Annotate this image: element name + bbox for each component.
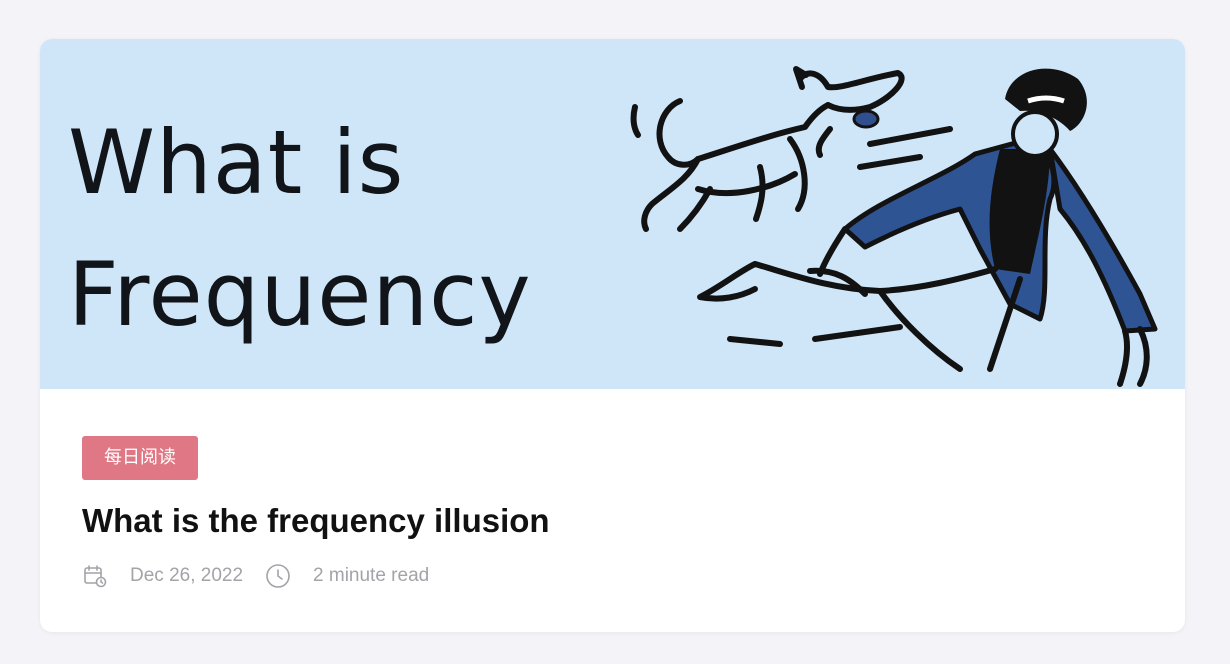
category-tag[interactable]: 每日阅读 [82,436,198,480]
cover-title-text: What is Frequency illusion ? [68,111,532,389]
clock-icon [265,563,291,589]
calendar-clock-icon [82,563,108,589]
post-title[interactable]: What is the frequency illusion [82,497,550,545]
read-time: 2 minute read [313,565,430,586]
dog-chasing-man-illustration [630,66,1158,387]
post-meta: Dec 26, 2022 2 minute read [82,559,429,593]
post-date: Dec 26, 2022 [130,565,244,586]
post-card-body: 每日阅读 What is the frequency illusion Dec … [40,389,1185,632]
post-card[interactable]: What is Frequency illusion ? [40,39,1185,632]
post-cover-image[interactable]: What is Frequency illusion ? [40,39,1185,389]
